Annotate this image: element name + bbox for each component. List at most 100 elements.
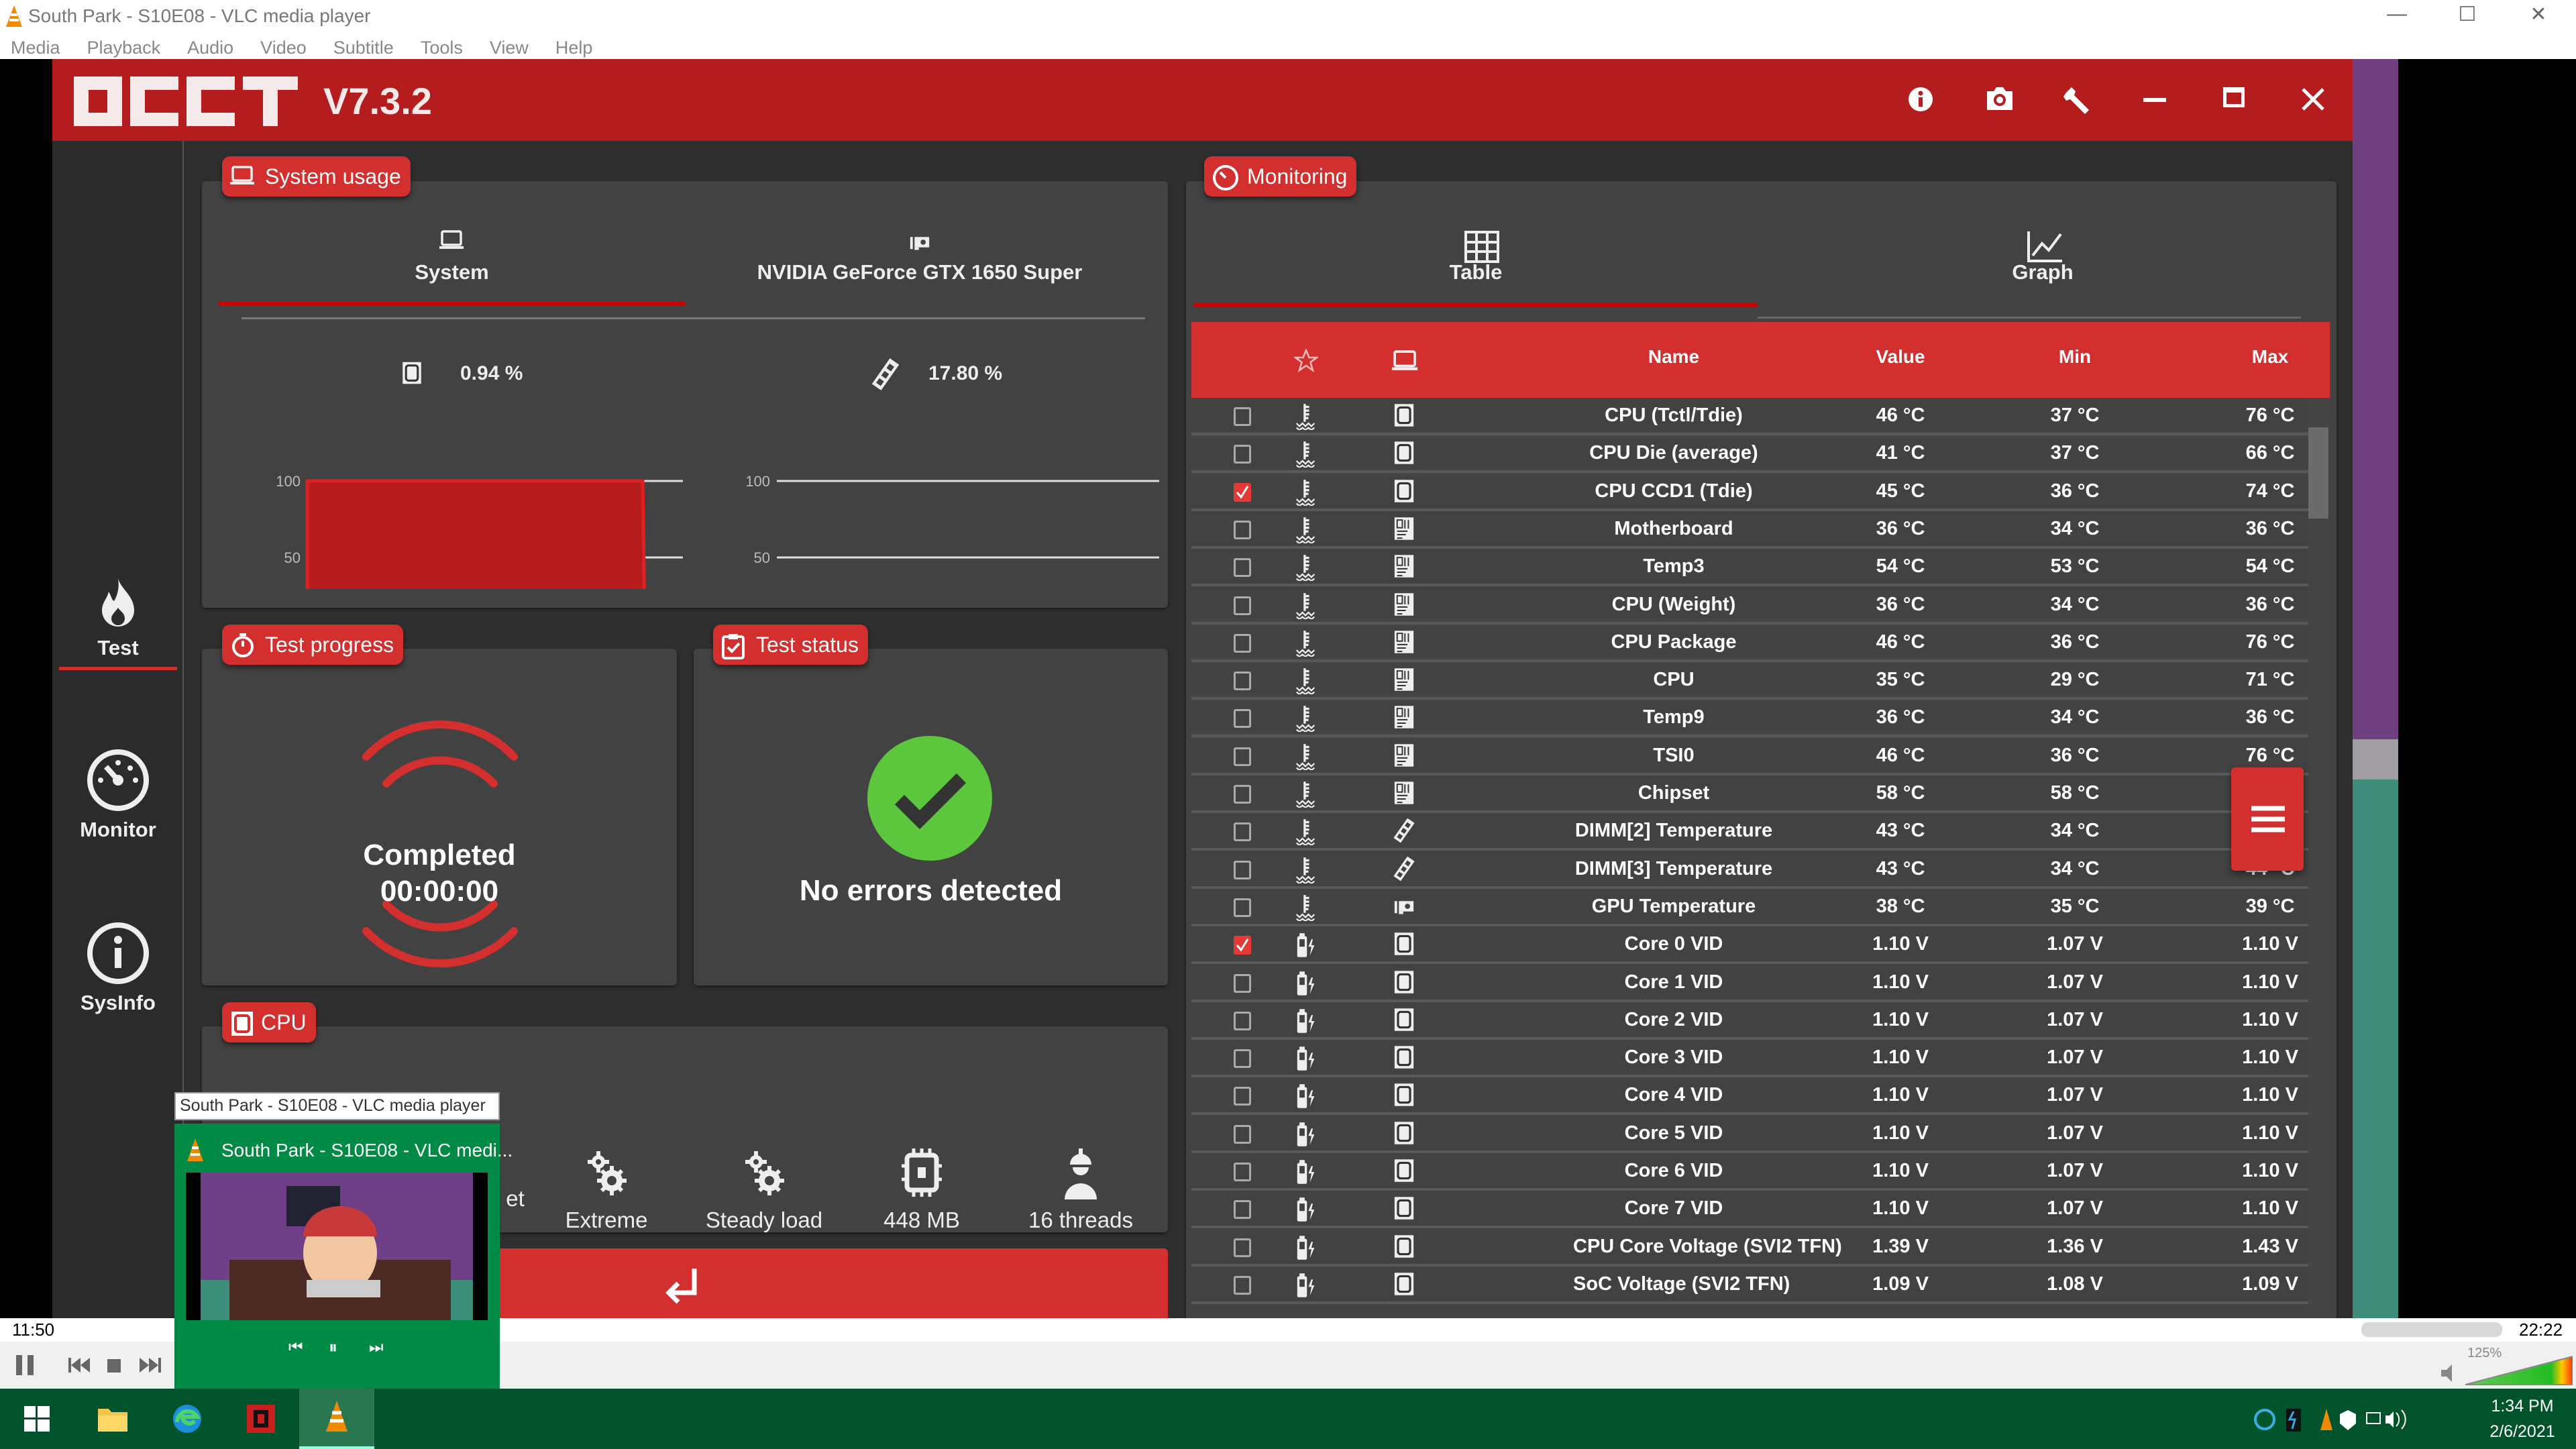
row-checkbox[interactable] (1234, 633, 1251, 653)
table-row[interactable]: DIMM[3] Temperature43 °C34 °C44 °C (1191, 851, 2308, 889)
cpu-setting-mode[interactable]: Extreme (533, 1146, 680, 1233)
thumb-next-button[interactable]: ⏭ (369, 1338, 384, 1357)
sidebar-item-test[interactable]: Test (52, 577, 184, 670)
row-checkbox[interactable] (1234, 445, 1251, 464)
system-tray-icons[interactable] (2254, 1406, 2455, 1433)
sidebar-item-sysinfo[interactable]: SysInfo (52, 921, 184, 1015)
thumb-prev-button[interactable]: ⏮ (288, 1338, 303, 1357)
camera-icon[interactable] (1986, 86, 2014, 111)
table-row[interactable]: CPU Package 46 °C 36 °C 76 °C (1191, 624, 2308, 662)
table-row[interactable]: Core 6 VID 1.10 V 1.07 V 1.10 V (1191, 1153, 2308, 1191)
edge-browser-icon[interactable] (172, 1403, 203, 1434)
row-checkbox[interactable] (1234, 1049, 1251, 1069)
row-checkbox[interactable] (1234, 596, 1251, 615)
row-checkbox[interactable] (1234, 1124, 1251, 1144)
tab-table[interactable]: Table (1194, 230, 1758, 311)
menu-audio[interactable]: Audio (187, 38, 233, 58)
info-icon[interactable] (1907, 86, 1934, 113)
row-checkbox[interactable] (1234, 407, 1251, 426)
table-row[interactable]: SoC Voltage (SVI2 TFN) 1.09 V 1.08 V 1.09 V (1191, 1266, 2308, 1304)
close-button[interactable] (2301, 87, 2325, 111)
menu-subtitle[interactable]: Subtitle (333, 38, 394, 58)
table-row[interactable]: Core 0 VID 1.10 V 1.07 V 1.10 V (1191, 926, 2308, 965)
clock-date[interactable]: 2/6/2021 (2479, 1422, 2566, 1442)
row-checkbox[interactable] (1234, 1238, 1251, 1257)
cpu-setting-load[interactable]: Steady load (690, 1146, 838, 1233)
table-row[interactable]: GPU Temperature 38 °C 35 °C 39 °C (1191, 888, 2308, 926)
table-scrollbar[interactable] (2308, 398, 2328, 1318)
pause-icon[interactable] (15, 1354, 35, 1377)
next-icon[interactable] (138, 1356, 162, 1374)
cpu-setting-threads[interactable]: 16 threads (1007, 1146, 1155, 1233)
maximize-button[interactable] (2223, 87, 2245, 107)
table-row[interactable]: Core 2 VID 1.10 V 1.07 V 1.10 V (1191, 1002, 2308, 1040)
row-checkbox[interactable] (1234, 520, 1251, 539)
column-min[interactable]: Min (2008, 346, 2142, 368)
row-checkbox[interactable] (1234, 936, 1251, 955)
thumb-pause-button[interactable]: ⏸ (329, 1337, 337, 1358)
table-row[interactable]: Core 5 VID 1.10 V 1.07 V 1.10 V (1191, 1115, 2308, 1153)
menu-tools[interactable]: Tools (421, 38, 463, 58)
row-checkbox[interactable] (1234, 482, 1251, 502)
minimize-button[interactable] (2143, 98, 2166, 102)
menu-media[interactable]: Media (11, 38, 60, 58)
tab-system[interactable]: System (219, 230, 685, 311)
tab-gpu[interactable]: NVIDIA GeForce GTX 1650 Super (685, 230, 1155, 311)
vlc-taskbar-button[interactable] (299, 1389, 374, 1449)
speaker-icon[interactable] (2440, 1363, 2460, 1383)
row-checkbox[interactable] (1234, 822, 1251, 842)
row-checkbox[interactable] (1234, 860, 1251, 879)
occt-taskbar-icon[interactable] (246, 1403, 276, 1434)
row-checkbox[interactable] (1234, 785, 1251, 804)
volume-slider[interactable] (2465, 1355, 2573, 1386)
table-row[interactable]: CPU 35 °C 29 °C 71 °C (1191, 662, 2308, 700)
cpu-setting-memory[interactable]: 448 MB (848, 1146, 996, 1233)
column-max[interactable]: Max (2203, 346, 2337, 368)
table-row[interactable] (1191, 1304, 2308, 1318)
start-windows-icon[interactable] (24, 1406, 50, 1432)
device-icon[interactable] (1391, 350, 1418, 372)
table-row[interactable]: Temp3 54 °C 53 °C 54 °C (1191, 549, 2308, 587)
menu-playback[interactable]: Playback (87, 38, 161, 58)
sidebar-item-monitor[interactable]: Monitor (52, 748, 184, 842)
tab-graph[interactable]: Graph (1758, 230, 2328, 311)
table-row[interactable]: CPU Die (average) 41 °C 37 °C 66 °C (1191, 435, 2308, 474)
table-row[interactable]: Motherboard 36 °C 34 °C 36 °C (1191, 511, 2308, 549)
table-row[interactable]: CPU Core Voltage (SVI2 TFN) 1.39 V 1.36 V 1… (1191, 1228, 2308, 1267)
table-row[interactable]: CPU CCD1 (Tdie) 45 °C 36 °C 74 °C (1191, 473, 2308, 511)
menu-video[interactable]: Video (260, 38, 307, 58)
row-checkbox[interactable] (1234, 558, 1251, 578)
table-row[interactable]: DIMM[2] Temperature43 °C34 °C44 °C (1191, 813, 2308, 851)
row-checkbox[interactable] (1234, 973, 1251, 993)
close-window-button[interactable]: ✕ (2518, 3, 2559, 26)
row-checkbox[interactable] (1234, 1200, 1251, 1220)
row-checkbox[interactable] (1234, 709, 1251, 729)
column-value[interactable]: Value (1833, 346, 1968, 368)
table-row[interactable]: Chipset58 °C58 °C58 °C (1191, 775, 2308, 813)
minimize-window-button[interactable]: — (2377, 3, 2417, 25)
table-row[interactable]: TSI0 46 °C 36 °C 76 °C (1191, 737, 2308, 775)
row-checkbox[interactable] (1234, 672, 1251, 691)
previous-icon[interactable] (67, 1356, 91, 1374)
star-icon[interactable] (1294, 349, 1318, 373)
table-row[interactable]: Core 4 VID 1.10 V 1.07 V 1.10 V (1191, 1077, 2308, 1116)
table-row[interactable]: CPU (Weight) 36 °C 34 °C 36 °C (1191, 586, 2308, 625)
column-name[interactable]: Name (1607, 346, 1741, 368)
wrench-icon[interactable] (2063, 86, 2092, 114)
seek-bar[interactable] (2361, 1322, 2502, 1337)
file-explorer-icon[interactable] (97, 1405, 129, 1433)
table-row[interactable]: Core 7 VID 1.10 V 1.07 V 1.10 V (1191, 1191, 2308, 1229)
stop-icon[interactable] (106, 1358, 122, 1374)
menu-view[interactable]: View (490, 38, 529, 58)
row-checkbox[interactable] (1234, 1011, 1251, 1030)
menu-fab-button[interactable] (2231, 767, 2304, 871)
table-row[interactable]: Temp9 36 °C 34 °C 36 °C (1191, 700, 2308, 738)
table-row[interactable]: CPU (Tctl/Tdie) 46 °C 37 °C 76 °C (1191, 398, 2308, 435)
row-checkbox[interactable] (1234, 898, 1251, 917)
scrollbar-thumb[interactable] (2308, 427, 2328, 519)
menu-help[interactable]: Help (555, 38, 593, 58)
clock-time[interactable]: 1:34 PM (2479, 1397, 2566, 1416)
row-checkbox[interactable] (1234, 1163, 1251, 1181)
table-row[interactable]: Core 1 VID 1.10 V 1.07 V 1.10 V (1191, 964, 2308, 1002)
row-checkbox[interactable] (1234, 1275, 1251, 1295)
